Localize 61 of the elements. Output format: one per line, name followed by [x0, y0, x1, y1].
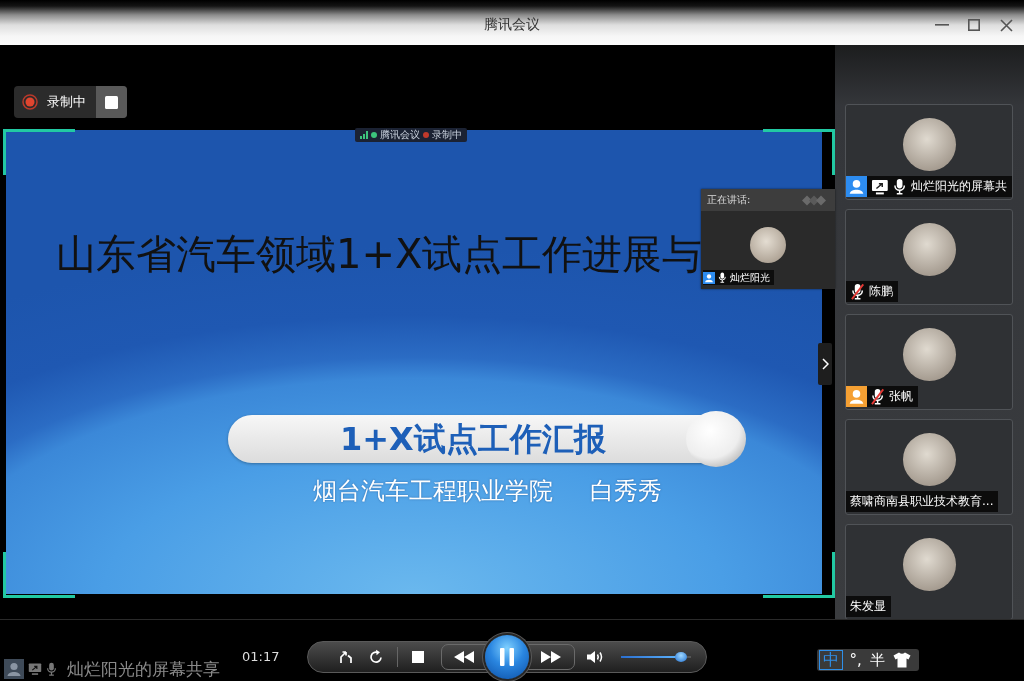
avatar-photo — [902, 538, 956, 591]
sharer-label: 灿烂阳光的屏幕共享 — [67, 657, 220, 681]
institution-label: 烟台汽车工程职业学院 — [313, 476, 553, 506]
participant-name: 陈鹏 — [869, 283, 894, 300]
window-title: 腾讯会议 — [484, 15, 540, 34]
shirt-icon — [892, 652, 911, 668]
avatar-photo — [902, 118, 956, 171]
stop-icon — [105, 95, 118, 109]
banner-title: 1+X试点工作汇报 — [340, 419, 606, 459]
slide-title: 山东省汽车领域1+X试点工作进展与 — [56, 230, 703, 278]
record-dot-icon — [22, 94, 38, 110]
swap-arrows-icon — [338, 649, 355, 665]
panel-toggle-button[interactable] — [818, 343, 832, 385]
pause-button[interactable] — [485, 635, 530, 679]
fast-forward-icon — [540, 651, 561, 663]
recording-status-label: 录制中 — [432, 128, 462, 142]
signal-icon — [360, 131, 368, 139]
volume-slider[interactable] — [621, 652, 692, 662]
participant-name: 蔡啸商南县职业技术教育... — [850, 493, 994, 510]
minimize-icon — [935, 24, 949, 26]
status-dot-icon — [423, 132, 429, 138]
logo-icon — [801, 194, 827, 206]
participant-tile[interactable]: 朱发显 — [845, 524, 1013, 619]
chevron-right-icon — [821, 358, 829, 370]
elapsed-time: 01:17 — [242, 649, 280, 665]
participant-name: 朱发显 — [850, 598, 886, 615]
punctuation-mode-button[interactable]: °, — [847, 651, 864, 669]
pause-icon — [500, 648, 515, 666]
avatar-photo — [750, 227, 786, 263]
avatar-photo — [902, 328, 956, 381]
participant-name: 张帆 — [889, 388, 914, 405]
participant-name: 灿烂阳光 — [729, 270, 770, 285]
skin-button[interactable] — [890, 652, 913, 668]
corner-bracket-icon — [3, 552, 75, 598]
close-icon — [999, 18, 1013, 32]
speaking-label: 正在讲话: — [707, 193, 751, 207]
recording-label: 录制中 — [47, 93, 86, 111]
corner-bracket-icon — [763, 129, 835, 175]
stop-recording-button[interactable] — [96, 86, 127, 118]
rewind-icon — [453, 651, 474, 663]
screen-share-icon — [28, 662, 42, 676]
participant-tile[interactable]: 张帆 — [845, 314, 1013, 410]
width-mode-button[interactable]: 半 — [867, 651, 887, 669]
repeat-icon — [368, 649, 385, 665]
presenter-name: 白秀秀 — [590, 476, 662, 506]
participant-tile[interactable]: 蔡啸商南县职业技术教育... — [845, 419, 1013, 515]
round-knob-icon — [686, 411, 746, 467]
participant-name: 灿烂阳光的屏幕共 — [911, 178, 1007, 195]
status-dot-icon — [371, 132, 377, 138]
stop-icon — [412, 651, 425, 663]
mic-icon — [46, 662, 57, 676]
avatar-photo — [902, 223, 956, 276]
corner-bracket-icon — [3, 129, 75, 175]
participant-tile[interactable]: 陈鹏 — [845, 209, 1013, 305]
volume-thumb[interactable] — [674, 652, 687, 662]
corner-bracket-icon — [763, 552, 835, 598]
avatar-photo — [902, 433, 956, 486]
participant-tile[interactable]: 灿烂阳光的屏幕共 — [845, 104, 1013, 200]
app-name-label: 腾讯会议 — [380, 128, 420, 142]
person-icon — [4, 659, 24, 679]
maximize-icon — [968, 19, 980, 31]
